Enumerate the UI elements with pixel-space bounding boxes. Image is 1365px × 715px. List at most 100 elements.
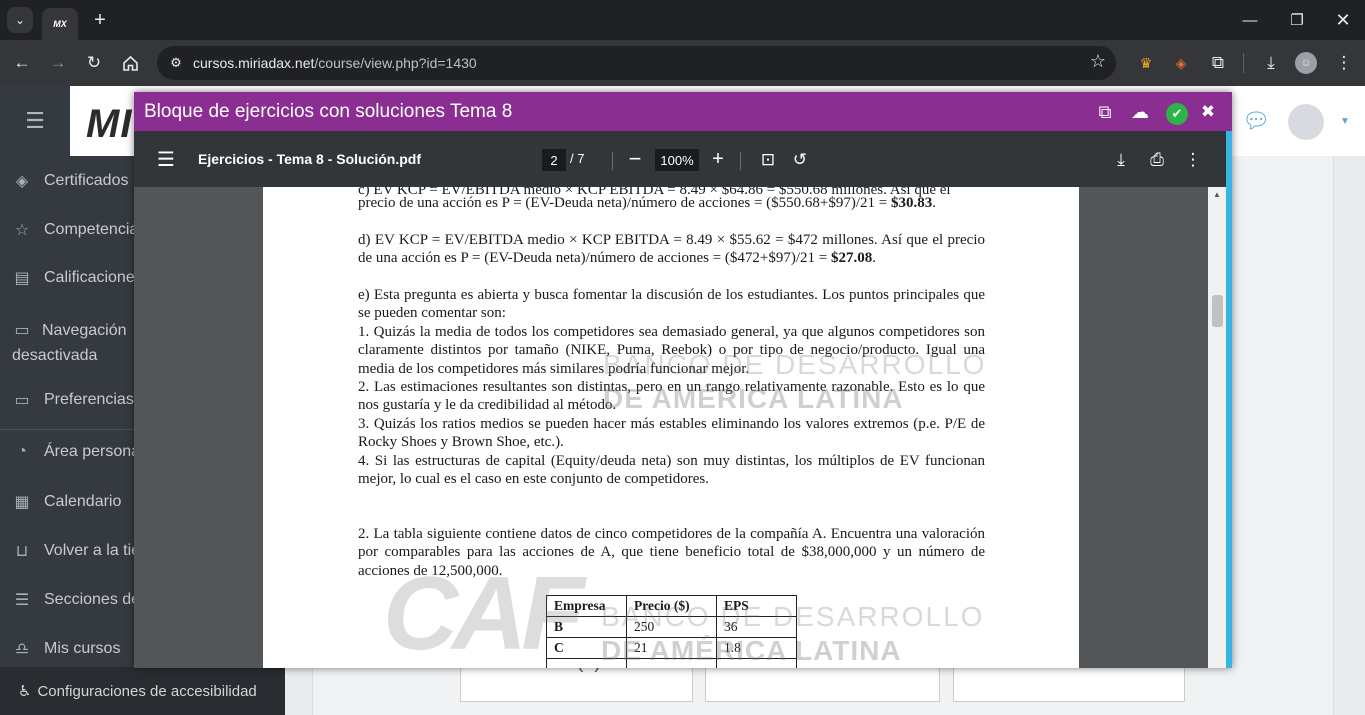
sidebar-item-certificados[interactable]: ◈ Certificados [12, 171, 129, 191]
competitors-table: Empresa Precio ($) EPS B 250 36 C 21 1.8 [546, 595, 797, 668]
reload-button[interactable]: ↻ [81, 50, 107, 76]
plus-icon: + [712, 147, 724, 170]
caret-down-icon[interactable]: ▼ [1340, 116, 1350, 127]
doc-para-c2: precio de una acción es P = (EV-Deuda ne… [358, 195, 936, 211]
copy-window-icon[interactable]: ⧉ [1092, 99, 1118, 125]
calendar-icon: ▦ [14, 494, 30, 511]
sidebar-item-preferencias[interactable]: ▭ Preferencias [12, 390, 134, 410]
back-button[interactable]: ← [9, 50, 35, 76]
site-logo[interactable]: MI [86, 102, 132, 147]
chevron-down-icon: ⌄ [14, 13, 26, 27]
toolbar-divider [612, 152, 613, 170]
forward-button[interactable]: → [45, 50, 71, 76]
table-cell: 250 [626, 616, 717, 638]
doc-point-3: 3. Quizás los ratios medios se pueden ha… [358, 416, 985, 451]
url-domain: cursos.miriadax.net [193, 55, 315, 71]
sidebar-item-navegacion[interactable]: ▭ Navegación desactivada [12, 318, 137, 368]
messages-icon[interactable]: 💬︎ [1242, 108, 1270, 134]
table-header-row: Empresa Precio ($) EPS [546, 595, 797, 617]
check-icon[interactable]: ✔ [1166, 103, 1188, 125]
site-info-icon[interactable]: ⚙ [165, 52, 187, 74]
address-bar[interactable]: ⚙ cursos.miriadax.net/course/view.php?id… [157, 46, 1116, 80]
pdf-menu-button[interactable]: ☰ [154, 147, 178, 171]
browser-menu-icon[interactable]: ⋮ [1331, 50, 1357, 76]
sidebar-item-label: Calificaciones [44, 269, 143, 286]
tab-strip: ⌄ MX + — ❐ ✕ [0, 0, 1365, 40]
folder-icon: ▭ [14, 392, 30, 409]
toolbar-divider [1243, 53, 1244, 73]
downloads-icon[interactable]: ⤓ [1258, 50, 1284, 76]
doc-result: $30.83 [890, 195, 933, 211]
pdf-toolbar: ☰ Ejercicios - Tema 8 - Solución.pdf 2 /… [134, 131, 1226, 187]
tab-search-button[interactable]: ⌄ [7, 7, 33, 33]
page-number-input[interactable]: 2 [542, 149, 566, 171]
sidebar-item-calificaciones[interactable]: ▤ Calificaciones [12, 268, 143, 288]
grades-icon: ▤ [14, 270, 30, 287]
sidebar-item-label: Calendario [44, 493, 122, 510]
more-vertical-icon: ⋮ [1184, 150, 1202, 169]
drawer-toggle-button[interactable]: ☰ [0, 86, 70, 156]
pdf-scrollbar[interactable]: ▲ [1208, 187, 1226, 668]
fit-page-button[interactable]: ⊡ [756, 148, 780, 172]
crown-extension-icon[interactable]: ♛ [1133, 50, 1159, 76]
hamburger-icon: ☰ [157, 148, 175, 171]
user-avatar[interactable] [1288, 104, 1324, 140]
table-row: C 21 1.8 [546, 637, 797, 659]
cloud-download-icon[interactable]: ☁ [1127, 99, 1153, 125]
doc-question-2: 2. La tabla siguiente contiene datos de … [358, 526, 985, 579]
arrow-right-icon: → [49, 53, 67, 72]
zoom-input[interactable]: 100% [655, 149, 699, 171]
folder-icon: ▭ [14, 322, 30, 339]
pdf-filename: Ejercicios - Tema 8 - Solución.pdf [198, 151, 422, 167]
home-icon [122, 55, 138, 71]
fit-page-icon: ⊡ [760, 150, 776, 169]
accessibility-settings-button[interactable]: ♿︎ Configuraciones de accesibilidad [0, 667, 285, 715]
doc-result: $27.08 [831, 250, 873, 267]
more-options-button[interactable]: ⋮ [1181, 148, 1205, 172]
bookmark-star-icon[interactable]: ☆ [1090, 51, 1106, 72]
print-button[interactable]: ⎙ [1145, 148, 1169, 172]
scroll-thumb[interactable] [1212, 295, 1223, 327]
pdf-page: c) EV KCP = EV/EBITDA medio × KCP EBITDA… [263, 187, 1079, 668]
table-row [546, 658, 797, 668]
browser-tab[interactable]: MX [42, 8, 78, 40]
hamburger-icon: ☰ [25, 108, 45, 133]
minus-icon: − [628, 146, 642, 171]
cart-icon: ⊔ [15, 543, 29, 560]
list-icon: ☰ [14, 592, 30, 609]
rotate-icon: ↺ [792, 150, 808, 169]
close-modal-icon[interactable]: ✖ [1195, 99, 1221, 125]
modal-accent-bar [1226, 131, 1232, 668]
reload-icon: ↻ [86, 53, 102, 72]
graduation-extension-icon[interactable]: ◈ [1168, 50, 1194, 76]
arrow-left-icon: ← [13, 53, 31, 72]
rotate-button[interactable]: ↺ [788, 148, 812, 172]
zoom-out-button[interactable]: − [624, 146, 646, 171]
sidebar-item-calendario[interactable]: ▦ Calendario [12, 492, 121, 512]
minimize-button[interactable]: — [1235, 6, 1265, 34]
scroll-up-arrow-icon[interactable]: ▲ [1212, 190, 1222, 200]
table-row: B 250 36 [546, 616, 797, 638]
profile-avatar[interactable]: ☺ [1295, 52, 1317, 74]
table-header: Empresa [546, 595, 627, 617]
certificate-icon: ◈ [15, 173, 29, 190]
close-window-button[interactable]: ✕ [1328, 6, 1358, 34]
modal-header: Bloque de ejercicios con soluciones Tema… [134, 92, 1232, 131]
tab-favicon: MX [53, 19, 67, 29]
pdf-viewer[interactable]: c) EV KCP = EV/EBITDA medio × KCP EBITDA… [134, 187, 1226, 668]
sidebar-item-mis-cursos[interactable]: ♎ Mis cursos [12, 639, 121, 659]
url-path: /course/view.php?id=1430 [314, 55, 477, 71]
toolbar-divider [740, 152, 741, 170]
sidebar-item-area-personal[interactable]: ◔ Área personal [12, 443, 143, 461]
download-button[interactable]: ⤓ [1109, 148, 1133, 172]
sidebar-item-label: Preferencias [44, 391, 134, 408]
sidebar-item-competencias[interactable]: ☆ Competencias [12, 220, 146, 240]
zoom-in-button[interactable]: + [707, 147, 729, 171]
new-tab-button[interactable]: + [88, 8, 112, 32]
sidebar-item-label: Certificados [44, 172, 129, 189]
restore-button[interactable]: ❐ [1282, 6, 1312, 34]
sidebar-item-label: Competencias [44, 221, 147, 238]
home-button[interactable] [117, 50, 143, 76]
doc-point-2: 2. Las estimaciones resultantes son dist… [358, 379, 985, 414]
extensions-puzzle-icon[interactable]: ⧉ [1205, 50, 1231, 76]
